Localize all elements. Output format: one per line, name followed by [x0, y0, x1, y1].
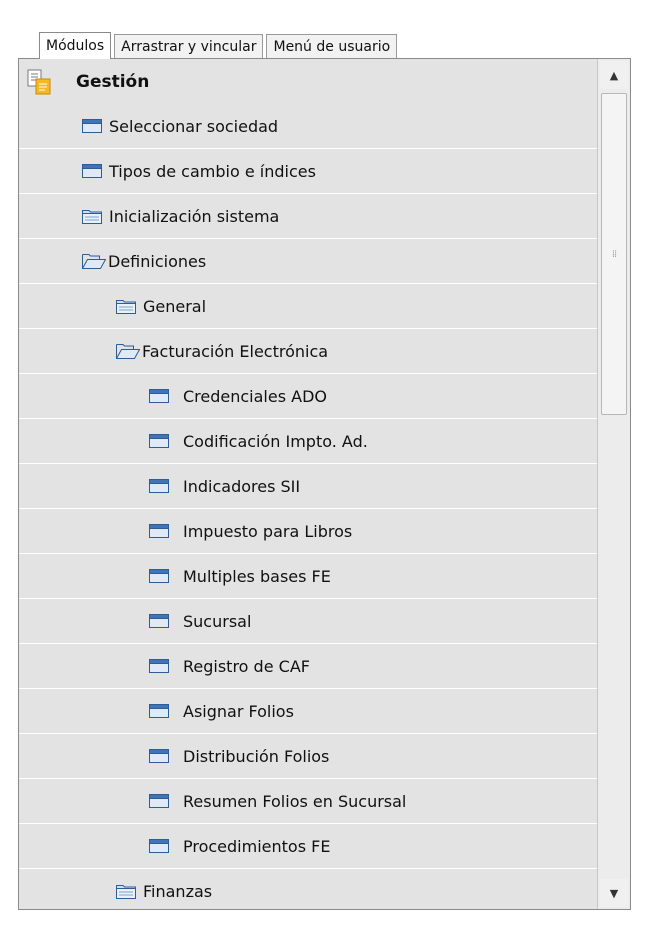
tree-item-multiples-bases-fe[interactable]: Multiples bases FE [19, 554, 597, 599]
window-icon [149, 749, 169, 763]
tree-item-general[interactable]: General [19, 284, 597, 329]
grip-icon: ⁞⁞ [611, 248, 617, 260]
tree-item-seleccionar-sociedad[interactable]: Seleccionar sociedad [19, 104, 597, 149]
window-icon [82, 119, 102, 133]
window-icon [149, 569, 169, 583]
tree-item-distribucion-folios[interactable]: Distribución Folios [19, 734, 597, 779]
tree-item-resumen-folios[interactable]: Resumen Folios en Sucursal [19, 779, 597, 824]
scroll-up-button[interactable]: ▲ [600, 61, 628, 89]
window-icon [149, 614, 169, 628]
window-icon [149, 524, 169, 538]
tree-item-label: Sucursal [183, 611, 252, 631]
folder-open-icon [82, 253, 106, 269]
tree-item-label: Registro de CAF [183, 656, 310, 676]
tree-item-sucursal[interactable]: Sucursal [19, 599, 597, 644]
tree-item-label: Distribución Folios [183, 746, 330, 766]
folder-icon [116, 883, 136, 899]
scroll-down-button[interactable]: ▼ [600, 879, 628, 907]
tree-item-label: Asignar Folios [183, 701, 294, 721]
window-icon [149, 794, 169, 808]
tab-modulos[interactable]: Módulos [39, 32, 112, 59]
window-icon [149, 479, 169, 493]
tree-item-tipos-de-cambio[interactable]: Tipos de cambio e índices [19, 149, 597, 194]
scrollbar-thumb[interactable]: ⁞⁞ [601, 93, 627, 415]
tree-item-label: General [143, 296, 207, 316]
tree-item-label: Credenciales ADO [183, 386, 327, 406]
tree-item-codificacion-impto[interactable]: Codificación Impto. Ad. [19, 419, 597, 464]
tree-item-label: Codificación Impto. Ad. [183, 431, 368, 451]
tree-item-inicializacion-sistema[interactable]: Inicialización sistema [19, 194, 597, 239]
tree-item-label: Multiples bases FE [183, 566, 331, 586]
tree-item-finanzas[interactable]: Finanzas [19, 869, 597, 909]
tree-item-label: Procedimientos FE [183, 836, 331, 856]
tree-item-asignar-folios[interactable]: Asignar Folios [19, 689, 597, 734]
folder-open-icon [116, 343, 140, 359]
window-icon [82, 164, 102, 178]
tree-item-label: Definiciones [108, 251, 207, 271]
tab-arrastrar-y-vincular[interactable]: Arrastrar y vincular [114, 34, 264, 58]
tree-item-label: Finanzas [143, 881, 213, 901]
window-icon [149, 659, 169, 673]
window-icon [149, 434, 169, 448]
vertical-scrollbar[interactable]: ▲ ⁞⁞ ▼ [597, 59, 630, 909]
tree-item-facturacion-electronica[interactable]: Facturación Electrónica [19, 329, 597, 374]
tree-item-label: Indicadores SII [183, 476, 301, 496]
module-icon [27, 68, 53, 96]
tree-item-label: Inicialización sistema [109, 206, 280, 226]
module-tree: Gestión Seleccionar sociedad Tipos de ca… [19, 59, 597, 909]
tree-item-gestion[interactable]: Gestión [19, 59, 597, 104]
tree-item-registro-de-caf[interactable]: Registro de CAF [19, 644, 597, 689]
tree-item-label: Tipos de cambio e índices [109, 161, 316, 181]
window-icon [149, 389, 169, 403]
tab-menu-de-usuario[interactable]: Menú de usuario [266, 34, 398, 58]
tab-strip: Módulos Arrastrar y vincular Menú de usu… [39, 32, 400, 59]
tree-item-label: Facturación Electrónica [142, 341, 329, 361]
tree-item-impuesto-para-libros[interactable]: Impuesto para Libros [19, 509, 597, 554]
tree-item-label: Seleccionar sociedad [109, 116, 279, 136]
folder-icon [82, 208, 102, 224]
tree-item-indicadores-sii[interactable]: Indicadores SII [19, 464, 597, 509]
tree-item-procedimientos-fe[interactable]: Procedimientos FE [19, 824, 597, 869]
tree-item-label: Resumen Folios en Sucursal [183, 791, 407, 811]
tree-item-label: Impuesto para Libros [183, 521, 353, 541]
modules-panel: Gestión Seleccionar sociedad Tipos de ca… [18, 58, 631, 910]
tree-item-label: Gestión [76, 71, 150, 92]
window-icon [149, 839, 169, 853]
tree-item-credenciales-ado[interactable]: Credenciales ADO [19, 374, 597, 419]
tree-item-definiciones[interactable]: Definiciones [19, 239, 597, 284]
folder-icon [116, 298, 136, 314]
window-icon [149, 704, 169, 718]
